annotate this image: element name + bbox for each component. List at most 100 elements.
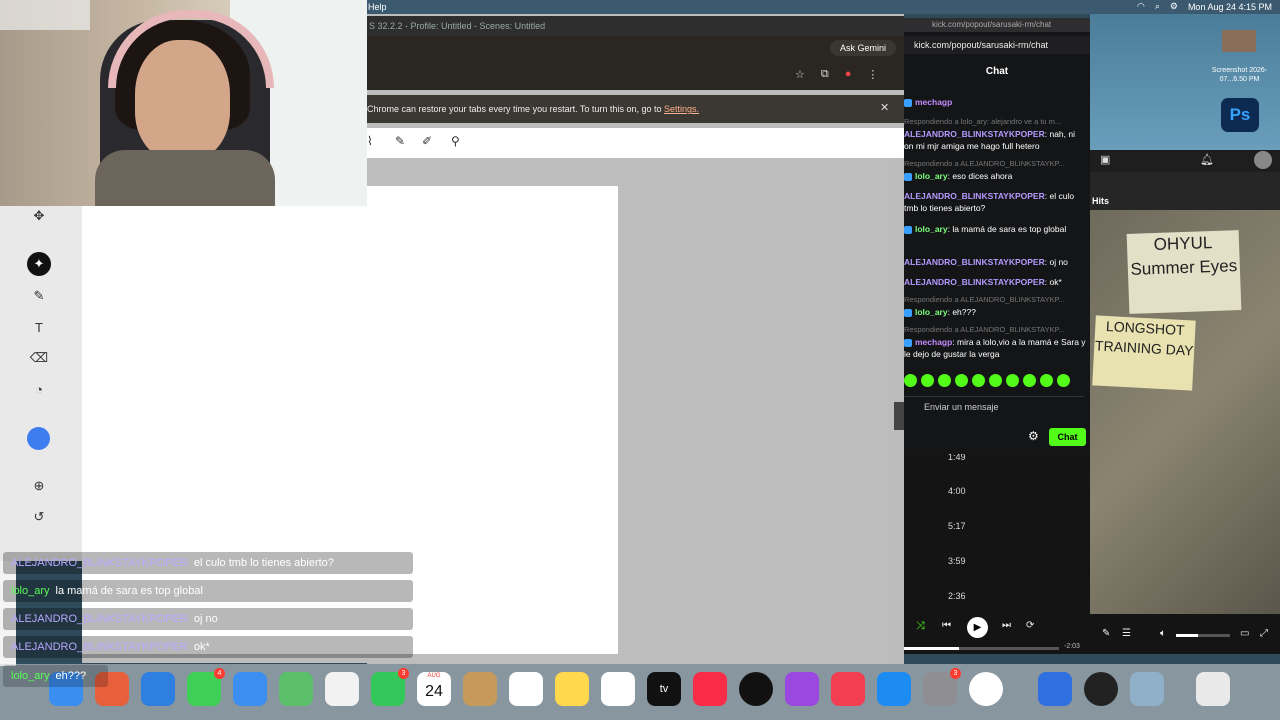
kick-address-bar[interactable]: kick.com/popout/sarusaki-rm/chat bbox=[904, 36, 1090, 54]
reply-context[interactable]: Respondiendo a ALEJANDRO_BLINKSTAYKP... bbox=[904, 294, 1086, 306]
emote-icon[interactable] bbox=[938, 374, 951, 387]
screenshot-file-icon[interactable] bbox=[1222, 30, 1256, 52]
system-settings-icon[interactable]: 3 bbox=[923, 668, 961, 706]
miniplayer-icon[interactable]: ▭ bbox=[1240, 628, 1249, 639]
help-menu[interactable]: Help bbox=[368, 2, 387, 12]
search-icon[interactable]: ⌕ bbox=[1155, 1, 1160, 12]
chat-username[interactable]: ALEJANDRO_BLINKSTAYKPOPER bbox=[904, 129, 1045, 139]
chat-text: : eh??? bbox=[947, 307, 976, 317]
text-icon[interactable]: T bbox=[27, 315, 51, 339]
reply-context[interactable]: Respondiendo a ALEJANDRO_BLINKSTAYKP... bbox=[904, 324, 1086, 336]
track-duration: 4:00 bbox=[948, 486, 966, 496]
chat-username[interactable]: lolo_ary bbox=[915, 307, 948, 317]
chat-username[interactable]: lolo_ary bbox=[915, 224, 948, 234]
fullscreen-icon[interactable]: ⤢ bbox=[1260, 628, 1268, 639]
emote-icon[interactable] bbox=[904, 374, 917, 387]
clock[interactable]: Mon Aug 24 4:15 PM bbox=[1188, 2, 1272, 12]
reply-context[interactable]: Respondiendo a lolo_ary: alejandro ve a … bbox=[904, 116, 1086, 128]
roblox-icon[interactable] bbox=[1038, 672, 1072, 706]
emote-icon[interactable] bbox=[955, 374, 968, 387]
eraser-icon[interactable]: ⌫ bbox=[27, 346, 51, 370]
extensions-icon[interactable]: ⧉ bbox=[821, 68, 829, 81]
gear-icon[interactable]: ⚙ bbox=[1028, 429, 1039, 443]
bell-icon[interactable]: 🔔︎ bbox=[1200, 153, 1214, 166]
emote-icon[interactable] bbox=[1023, 374, 1036, 387]
marker-icon[interactable]: ✐ bbox=[422, 134, 432, 148]
chat-username[interactable]: mechagp bbox=[915, 97, 952, 107]
color-picker[interactable] bbox=[27, 427, 50, 450]
podcasts-icon[interactable] bbox=[785, 672, 819, 706]
settings-link[interactable]: Settings. bbox=[664, 104, 699, 114]
play-button[interactable]: ▶ bbox=[967, 617, 988, 638]
spotify-icon[interactable] bbox=[739, 672, 773, 706]
facetime-icon[interactable]: 3 bbox=[371, 668, 409, 706]
emote-icon[interactable] bbox=[989, 374, 1002, 387]
trash-icon[interactable] bbox=[1196, 672, 1230, 706]
photoshop-icon[interactable]: Ps bbox=[1221, 98, 1259, 132]
chrome-icon[interactable] bbox=[969, 672, 1003, 706]
shuffle-icon[interactable]: ⤨ bbox=[916, 620, 925, 633]
mail-icon[interactable] bbox=[233, 672, 267, 706]
chat-send-button[interactable]: Chat bbox=[1049, 428, 1086, 446]
contacts-icon[interactable] bbox=[463, 672, 497, 706]
control-center-icon[interactable]: ⚙ bbox=[1170, 1, 1178, 12]
pencil-icon[interactable]: ✎ bbox=[27, 284, 51, 308]
chat-username[interactable]: ALEJANDRO_BLINKSTAYKPOPER bbox=[904, 191, 1045, 201]
safari-icon[interactable] bbox=[141, 672, 175, 706]
chat-text: : oj no bbox=[1044, 257, 1068, 267]
freeform-icon[interactable] bbox=[601, 672, 635, 706]
lyrics-icon[interactable]: ✎ bbox=[1102, 628, 1110, 639]
emote-icon[interactable] bbox=[921, 374, 934, 387]
zoom-icon[interactable]: ⊕ bbox=[27, 474, 51, 498]
bookmark-star-icon[interactable]: ☆ bbox=[795, 68, 805, 81]
music-icon[interactable] bbox=[693, 672, 727, 706]
chat-username[interactable]: mechagp bbox=[915, 337, 952, 347]
chat-header: Chat bbox=[985, 66, 1009, 77]
wifi-icon[interactable]: ◠ bbox=[1137, 1, 1145, 12]
news-icon[interactable] bbox=[831, 672, 865, 706]
chat-message-input[interactable]: Enviar un mensaje bbox=[904, 396, 1084, 416]
overlay-text: oj no bbox=[193, 613, 218, 625]
preview-icon[interactable] bbox=[1130, 672, 1164, 706]
apple-tv-icon[interactable]: tv bbox=[647, 672, 681, 706]
screenshot-file-label[interactable]: Screenshot 2026-07...6.50 PM bbox=[1202, 66, 1277, 84]
obs-icon[interactable] bbox=[1084, 672, 1118, 706]
window-icon[interactable]: ▣ bbox=[1100, 153, 1110, 166]
volume-icon[interactable]: 🔈︎ bbox=[1160, 628, 1166, 639]
ask-gemini-button[interactable]: Ask Gemini bbox=[830, 40, 896, 56]
chat-username[interactable]: lolo_ary bbox=[915, 171, 948, 181]
profile-avatar-icon[interactable]: ● bbox=[845, 68, 852, 81]
app-store-icon[interactable] bbox=[877, 672, 911, 706]
reply-context[interactable]: Respondiendo a ALEJANDRO_BLINKSTAYKP... bbox=[904, 158, 1086, 170]
previous-icon[interactable]: ⏮ bbox=[942, 620, 951, 631]
close-icon[interactable]: ✕ bbox=[880, 101, 889, 114]
scrollbar-thumb[interactable] bbox=[894, 402, 904, 430]
move-tool-icon[interactable]: ✥ bbox=[27, 204, 51, 228]
menu-kebab-icon[interactable]: ⋮ bbox=[867, 68, 878, 81]
next-icon[interactable]: ⏭ bbox=[1002, 620, 1011, 631]
shape-icon[interactable]: ◔ bbox=[27, 377, 51, 401]
overlay-message: ALEJANDRO_BLINKSTAYKPOPER oj no bbox=[3, 608, 413, 630]
notes-icon[interactable] bbox=[555, 672, 589, 706]
wall-art bbox=[0, 0, 90, 30]
repeat-icon[interactable]: ⟳ bbox=[1026, 620, 1034, 631]
reminders-icon[interactable] bbox=[509, 672, 543, 706]
emote-icon[interactable] bbox=[1006, 374, 1019, 387]
queue-icon[interactable]: ☰ bbox=[1122, 628, 1131, 639]
chat-username[interactable]: ALEJANDRO_BLINKSTAYKPOPER bbox=[904, 257, 1045, 267]
maps-icon[interactable] bbox=[279, 672, 313, 706]
emote-icon[interactable] bbox=[1057, 374, 1070, 387]
pin-icon[interactable]: ⚲ bbox=[451, 134, 460, 148]
magic-pen-icon[interactable]: ✦ bbox=[27, 252, 51, 276]
brush-icon[interactable]: ⌇ bbox=[367, 134, 373, 148]
emote-icon[interactable] bbox=[972, 374, 985, 387]
emote-icon[interactable] bbox=[1040, 374, 1053, 387]
chat-username[interactable]: ALEJANDRO_BLINKSTAYKPOPER bbox=[904, 277, 1045, 287]
undo-icon[interactable]: ↺ bbox=[27, 505, 51, 529]
pen-icon[interactable]: ✎ bbox=[395, 134, 405, 148]
photos-icon[interactable] bbox=[325, 672, 359, 706]
calendar-icon[interactable]: AUG 24 bbox=[417, 672, 451, 706]
avatar[interactable] bbox=[1254, 151, 1272, 169]
messages-icon[interactable]: 4 bbox=[187, 668, 225, 706]
badge-icon bbox=[904, 338, 912, 347]
